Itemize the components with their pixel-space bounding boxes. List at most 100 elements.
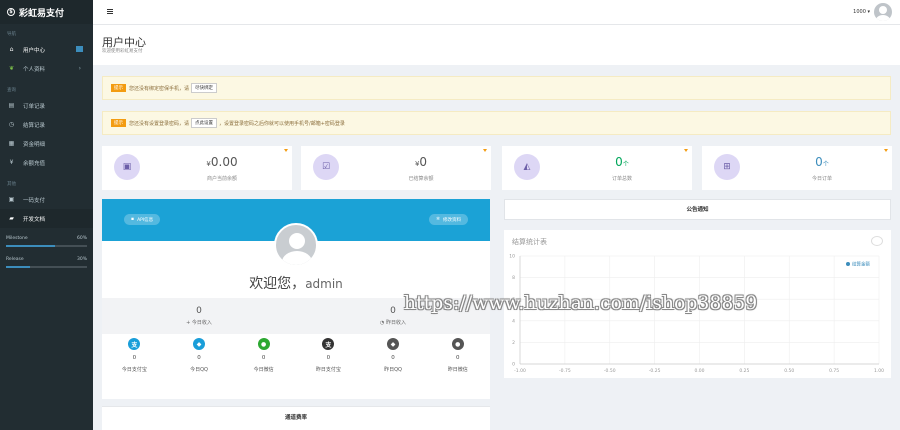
api-info-button[interactable]: ▪ API信息 [124,214,161,225]
channel-today-alipay: 支 0 今日支付宝 [102,338,167,373]
qrcode-icon: ▣ [8,196,15,203]
alert-bind-phone: 提示 您还没有绑定密保手机，请 尽快绑定 [102,76,891,100]
stat-label: 商户当前余额 [206,176,237,182]
clock-icon: ◷ [8,121,15,128]
stat-card-balance: ▣ ¥0.00 商户当前余额 [102,146,292,190]
alert-text: 您还没有绑定密保手机，请 [129,85,190,92]
x-tick-label: -0.75 [559,368,571,374]
progress-fill [6,245,55,247]
sidebar-item-qrpay[interactable]: ▣ 一码支付 [0,190,93,209]
caret-icon [483,149,487,152]
sidebar-item-settlements[interactable]: ◷ 结算记录 [0,115,93,134]
list-icon: ▤ [8,102,15,109]
nav-section-title: 其他 [7,182,16,187]
today-income: 0 + 今日收入 [102,298,296,334]
progress-percent: 60% [76,236,87,241]
page-header: 用户中心 欢迎使用彩虹易支付 [93,25,900,65]
money-icon: ▣ [114,154,140,180]
stat-card-orders: ◭ 0个 订单总数 [502,146,692,190]
channel-value: 0 [132,355,137,361]
lock-icon: ▪ [131,217,135,222]
y-tick-label: 2 [512,340,515,346]
y-tick-label: 0 [512,362,515,368]
chart-toggle[interactable] [871,236,883,246]
alipay-icon: 支 [322,338,335,350]
settlement-chart: -1.00 -0.75 -0.50 -0.25 0.00 0.25 0.50 0.75 1.00… [509,254,884,375]
alert-text-after: ，设置登录密码之后你就可以使用手机号/邮箱+密码登录 [219,120,345,127]
edit-profile-label: 修改资料 [443,217,461,223]
coin-icon: $ [7,8,15,16]
rate-panel-title: 通道费率 [284,415,307,421]
caret-icon [684,149,688,152]
channel-label: 今日微信 [253,367,274,373]
avatar [274,223,318,267]
channel-label: 昨日微信 [447,367,468,373]
sidebar-item-recharge[interactable]: ¥ 余额充值 [0,153,93,172]
sidebar-item-profile[interactable]: ❦ 个人资料 › [0,59,93,78]
brand[interactable]: $ 彩虹易支付 [0,0,93,24]
welcome-label: 欢迎您， [249,276,306,292]
income-value: 0 [196,306,202,316]
channel-today-qq: ◆ 0 今日QQ [167,338,232,373]
wechat-icon: ● [257,338,270,350]
wechat-icon: ● [451,338,464,350]
income-label: 昨日收入 [385,320,406,326]
sidebar-item-user-center[interactable]: ⌂ 用户中心 [0,40,93,59]
stat-suffix: 个 [822,161,829,168]
stat-suffix: 个 [622,161,629,168]
stat-value: 0 [815,155,823,169]
progress-fill [6,266,31,268]
sidebar-item-orders[interactable]: ▤ 订单记录 [0,96,93,115]
channel-yesterday-wechat: ● 0 昨日微信 [425,338,490,373]
channel-value: 0 [326,355,331,361]
alipay-icon: 支 [128,338,141,350]
avatar[interactable] [874,3,892,21]
progress-label: Milestone [6,236,28,241]
y-tick-label: 4 [512,318,515,324]
x-tick-label: 0.25 [739,368,749,374]
caret-icon [884,149,888,152]
x-tick-label: -1.00 [514,368,526,374]
channel-label: 昨日QQ [384,367,402,373]
notice-panel[interactable]: 公告通知 [504,199,891,220]
release-progress: Release 30% [0,255,93,268]
welcome-text: 欢迎您，admin [102,273,490,293]
channel-label: 今日QQ [190,367,208,373]
area-chart-icon: ◭ [514,154,540,180]
rate-panel: 通道费率 [102,406,490,430]
watermark: https://www.huzhan.com/ishop38859 [404,293,758,314]
set-password-button[interactable]: 点此设置 [191,118,218,128]
alert-text: 您还没有设置登录密码，请 [129,120,190,127]
stat-card-settled: ☑ ¥0 已结算余额 [301,146,491,190]
stat-label: 今日订单 [811,176,832,182]
edit-profile-button[interactable]: ✲ 修改资料 [429,214,468,225]
user-menu[interactable]: 1000 ▾ [853,3,892,21]
menu-toggle-icon[interactable] [107,9,113,14]
x-tick-label: 1.00 [874,368,884,374]
bind-phone-button[interactable]: 尽快绑定 [191,83,218,93]
x-tick-label: -0.50 [604,368,616,374]
channel-value: 0 [261,355,266,361]
y-tick-label: 10 [509,254,515,260]
username: admin [305,277,343,291]
caret-icon [284,149,288,152]
chart-title: 结算统计表 [512,238,547,246]
qq-icon: ◆ [193,338,205,350]
alert-set-password: 提示 您还没有设置登录密码，请 点此设置 ，设置登录密码之后你就可以使用手机号/… [102,111,891,135]
stat-value: 0 [419,155,428,169]
sidebar: $ 彩虹易支付 导航 ⌂ 用户中心 ❦ 个人资料 › 查询 ▤ 订单记录 ◷ 结… [0,0,93,430]
sidebar-item-label: 个人资料 [23,66,46,73]
sidebar-item-dev-docs[interactable]: ▰ 开发文档 [0,209,93,228]
sidebar-item-label: 余额充值 [23,160,46,167]
stat-value: 0.00 [210,155,238,169]
alert-tag: 提示 [111,119,126,127]
channel-value: 0 [391,355,395,361]
clock-icon: ◔ [380,320,385,326]
cart-icon: ⊞ [714,154,740,180]
x-tick-label: 0.00 [694,368,704,374]
x-tick-label: 0.50 [784,368,794,374]
new-badge [76,46,83,52]
top-navbar: 1000 ▾ [93,0,900,25]
sidebar-item-funds[interactable]: ▦ 资金明细 [0,134,93,153]
page-subtitle: 欢迎使用彩虹易支付 [102,49,143,54]
